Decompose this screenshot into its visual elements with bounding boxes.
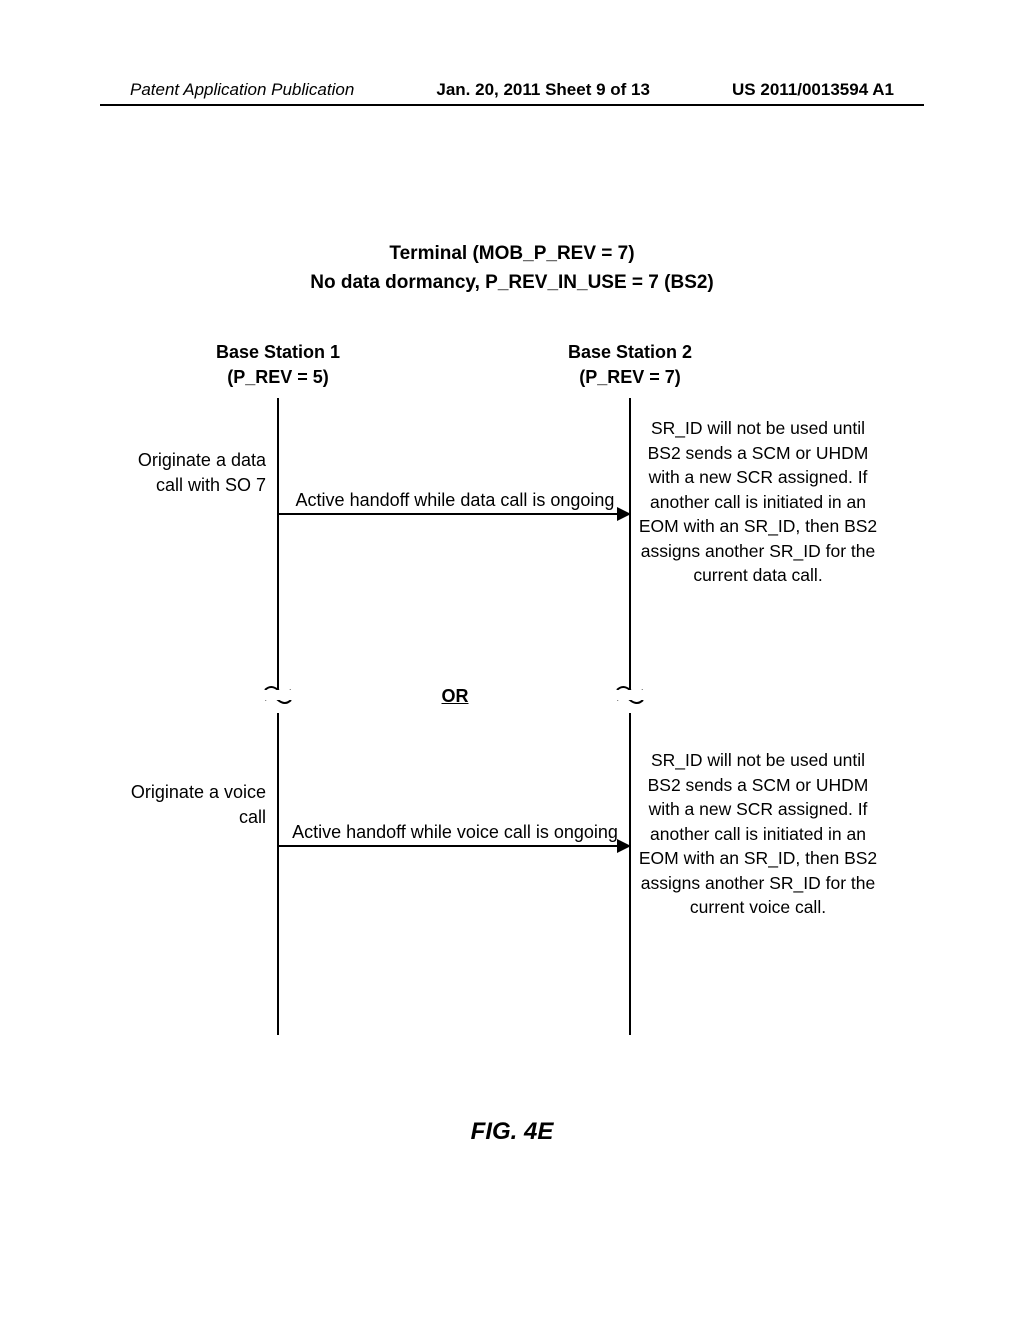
page-header: Patent Application Publication Jan. 20, … (0, 80, 1024, 100)
bs1-lifeline-bottom (277, 713, 279, 1035)
sequence-diagram: Terminal (MOB_P_REV = 7) No data dormanc… (0, 240, 1024, 297)
handoff-voice-arrow (278, 845, 630, 847)
originate-data-call-label: Originate a data call with SO 7 (116, 448, 266, 498)
title-line-1: Terminal (MOB_P_REV = 7) (0, 240, 1024, 269)
bs1-header: Base Station 1 (P_REV = 5) (188, 340, 368, 390)
bs2-lifeline-bottom (629, 713, 631, 1035)
bs1-lifeline-top (277, 398, 279, 690)
figure-label: FIG. 4E (0, 1118, 1024, 1146)
diagram-title: Terminal (MOB_P_REV = 7) No data dormanc… (0, 240, 1024, 297)
bs2-header: Base Station 2 (P_REV = 7) (540, 340, 720, 390)
handoff-data-arrow (278, 513, 630, 515)
srid-data-note: SR_ID will not be used until BS2 sends a… (638, 416, 878, 588)
handoff-voice-arrow-label: Active handoff while voice call is ongoi… (280, 820, 630, 845)
or-separator: OR (280, 686, 630, 707)
header-publication: Patent Application Publication (130, 80, 354, 100)
header-patent-number: US 2011/0013594 A1 (732, 80, 894, 100)
title-line-2: No data dormancy, P_REV_IN_USE = 7 (BS2) (0, 269, 1024, 298)
srid-voice-note: SR_ID will not be used until BS2 sends a… (638, 748, 878, 920)
bs2-name: Base Station 2 (540, 340, 720, 365)
header-date-sheet: Jan. 20, 2011 Sheet 9 of 13 (436, 80, 650, 100)
sequence-area: Base Station 1 (P_REV = 5) Base Station … (120, 340, 900, 1060)
bs2-lifeline-top (629, 398, 631, 690)
handoff-data-arrow-label: Active handoff while data call is ongoin… (280, 488, 630, 513)
bs1-rev: (P_REV = 5) (188, 365, 368, 390)
bs2-rev: (P_REV = 7) (540, 365, 720, 390)
originate-voice-call-label: Originate a voice call (116, 780, 266, 830)
header-rule (100, 104, 924, 106)
bs1-name: Base Station 1 (188, 340, 368, 365)
